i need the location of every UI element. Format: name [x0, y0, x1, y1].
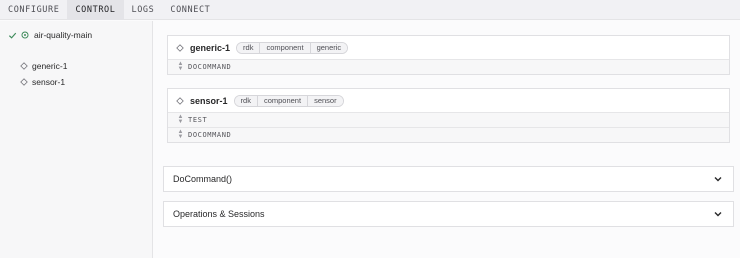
resource-card-sensor-1: sensor-1 rdk component sensor ▲ ▼ TEST ▲ ▼… [167, 88, 730, 143]
operations-sessions-panel[interactable]: Operations & Sessions [163, 201, 734, 227]
sidebar-item-sensor-1[interactable]: sensor-1 [20, 77, 65, 87]
tag-rdk: rdk [234, 95, 257, 106]
card-header[interactable]: generic-1 rdk component generic [168, 36, 729, 59]
panel-label: Operations & Sessions [173, 209, 265, 219]
sidebar-item-label: sensor-1 [32, 77, 66, 87]
row-label: DOCOMMAND [188, 63, 232, 71]
expand-chevron-icon: ▲ ▼ [177, 61, 184, 72]
tab-control[interactable]: CONTROL [67, 0, 124, 20]
chevron-down-icon[interactable] [713, 209, 723, 219]
tag-group: rdk component generic [236, 41, 349, 54]
card-title: sensor-1 [190, 95, 228, 106]
tab-logs[interactable]: LOGS [124, 0, 163, 20]
card-title: generic-1 [190, 42, 231, 53]
tag-component: component [259, 42, 310, 53]
tab-configure[interactable]: CONFIGURE [0, 0, 67, 20]
row-label: TEST [188, 116, 208, 124]
expand-chevron-icon: ▲ ▼ [177, 129, 184, 140]
diamond-icon [176, 96, 184, 105]
sidebar-item-generic-1[interactable]: generic-1 [20, 61, 67, 71]
diamond-icon [20, 62, 28, 70]
chevron-down-icon[interactable] [713, 174, 723, 184]
tag-component: component [256, 95, 308, 106]
control-main: generic-1 rdk component generic ▲ ▼ DOCOM… [154, 21, 740, 258]
resource-sidebar: air-quality-main generic-1 sensor-1 [0, 21, 153, 258]
test-row[interactable]: ▲ ▼ TEST [168, 112, 729, 127]
row-label: DOCOMMAND [188, 131, 232, 139]
top-tab-bar: CONFIGURE CONTROL LOGS CONNECT [0, 0, 740, 20]
tab-connect[interactable]: CONNECT [162, 0, 218, 20]
tree-root-machine[interactable]: air-quality-main [8, 30, 92, 40]
diamond-icon [176, 43, 184, 52]
tag-sensor: sensor [307, 95, 343, 106]
diamond-icon [20, 78, 28, 86]
tag-rdk: rdk [237, 42, 260, 53]
sidebar-item-label: generic-1 [32, 61, 68, 71]
tag-generic: generic [309, 42, 348, 53]
docommand-row[interactable]: ▲ ▼ DOCOMMAND [168, 59, 729, 74]
tree-root-label: air-quality-main [34, 30, 93, 40]
expand-chevron-icon: ▲ ▼ [177, 114, 184, 125]
panel-label: DoCommand() [173, 174, 233, 184]
robot-icon [21, 31, 29, 39]
card-header[interactable]: sensor-1 rdk component sensor [168, 89, 729, 112]
docommand-panel[interactable]: DoCommand() [163, 166, 734, 192]
tag-group: rdk component sensor [233, 94, 344, 107]
resource-card-generic-1: generic-1 rdk component generic ▲ ▼ DOCOM… [167, 35, 730, 75]
docommand-row[interactable]: ▲ ▼ DOCOMMAND [168, 127, 729, 142]
check-icon [8, 32, 17, 39]
